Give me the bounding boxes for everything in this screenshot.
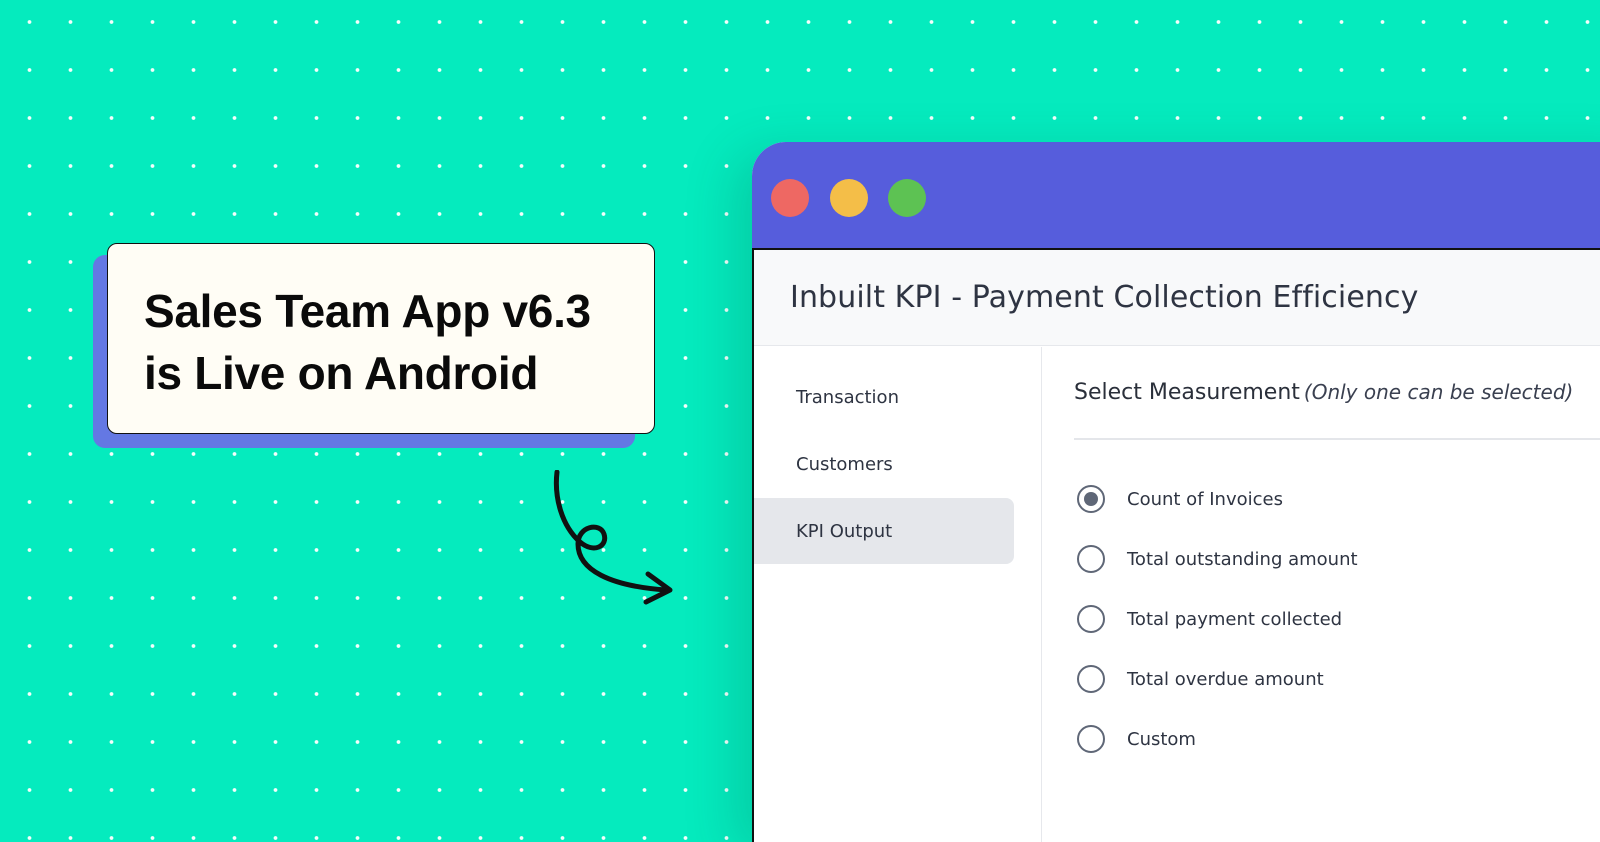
- option-total-overdue-amount[interactable]: Total overdue amount: [1077, 659, 1324, 699]
- app-window: Inbuilt KPI - Payment Collection Efficie…: [752, 142, 1600, 842]
- radio-button[interactable]: [1077, 545, 1105, 573]
- radio-button[interactable]: [1077, 605, 1105, 633]
- option-label: Total overdue amount: [1127, 668, 1324, 690]
- window-close-button[interactable]: [771, 179, 809, 217]
- sidebar-item-transaction[interactable]: Transaction: [754, 364, 1014, 430]
- option-label: Custom: [1127, 728, 1196, 750]
- announcement-line-1: Sales Team App v6.3: [144, 285, 591, 337]
- option-custom[interactable]: Custom: [1077, 719, 1196, 759]
- page-title: Inbuilt KPI - Payment Collection Efficie…: [790, 280, 1419, 315]
- window-titlebar: [752, 142, 1600, 250]
- radio-button[interactable]: [1077, 725, 1105, 753]
- sidebar-item-label: KPI Output: [796, 520, 893, 542]
- option-label: Total outstanding amount: [1127, 548, 1358, 570]
- radio-button-selected[interactable]: [1077, 485, 1105, 513]
- option-label: Total payment collected: [1127, 608, 1343, 630]
- section-divider: [1074, 438, 1600, 440]
- option-label: Count of Invoices: [1127, 488, 1283, 510]
- measurement-title: Select Measurement: [1074, 380, 1300, 405]
- announcement-card: Sales Team App v6.3 is Live on Android: [107, 243, 655, 434]
- measurement-heading: Select Measurement (Only one can be selec…: [1074, 380, 1573, 405]
- announcement-line-2: is Live on Android: [144, 347, 539, 399]
- sidebar-item-customers[interactable]: Customers: [754, 431, 1014, 497]
- window-maximize-button[interactable]: [888, 179, 926, 217]
- sidebar-item-label: Customers: [796, 453, 893, 475]
- option-count-of-invoices[interactable]: Count of Invoices: [1077, 479, 1283, 519]
- sidebar: Transaction Customers KPI Output: [754, 347, 1042, 842]
- kpi-header: Inbuilt KPI - Payment Collection Efficie…: [754, 250, 1600, 346]
- measurement-note: (Only one can be selected): [1303, 380, 1574, 404]
- curly-arrow-icon: [553, 470, 673, 605]
- window-body: Inbuilt KPI - Payment Collection Efficie…: [752, 250, 1600, 842]
- radio-button[interactable]: [1077, 665, 1105, 693]
- sidebar-item-label: Transaction: [796, 386, 899, 408]
- option-total-payment-collected[interactable]: Total payment collected: [1077, 599, 1342, 639]
- sidebar-item-kpi-output[interactable]: KPI Output: [754, 498, 1014, 564]
- measurement-panel: Select Measurement (Only one can be selec…: [1042, 347, 1600, 842]
- window-minimize-button[interactable]: [830, 179, 868, 217]
- option-total-outstanding-amount[interactable]: Total outstanding amount: [1077, 539, 1358, 579]
